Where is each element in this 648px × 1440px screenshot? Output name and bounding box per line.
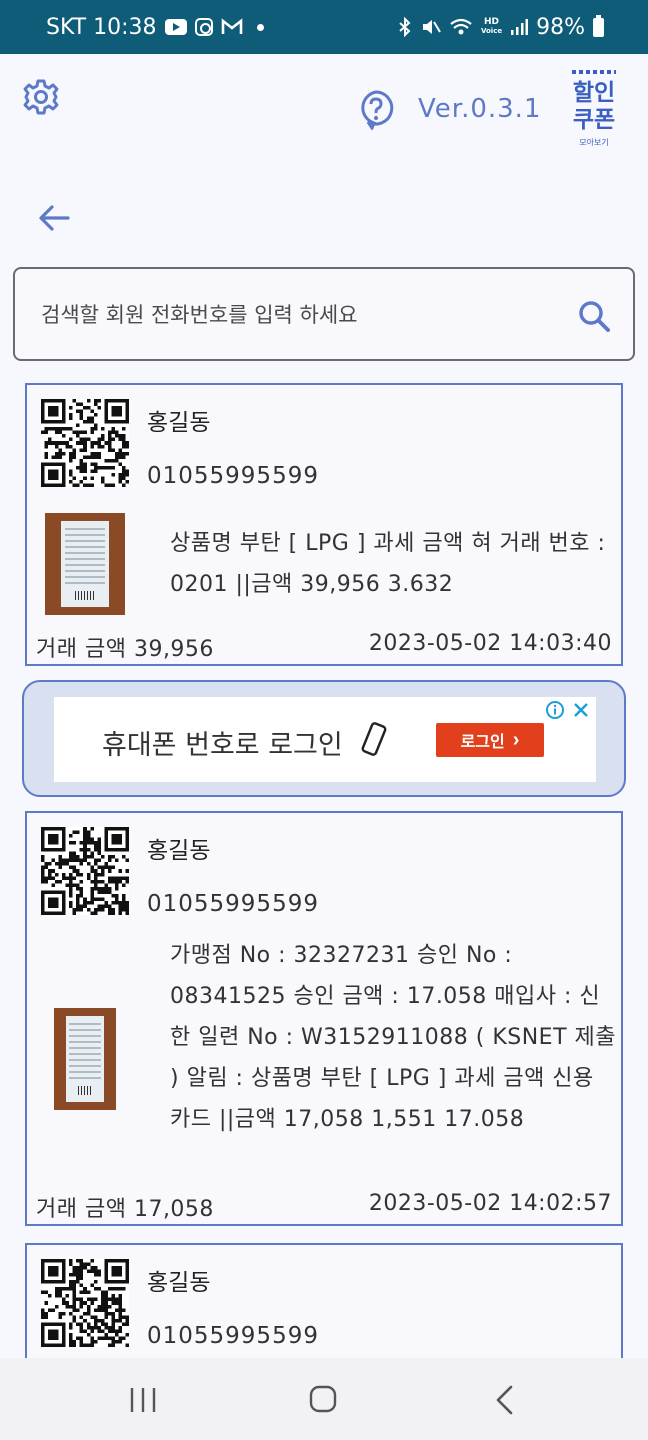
- coupon-card[interactable]: 홍길동 01055995599 가맹점 No : 32327231 승인 No …: [25, 811, 623, 1226]
- receipt-description: 가맹점 No : 32327231 승인 No : 08341525 승인 금액…: [170, 943, 616, 1132]
- recent-apps-icon[interactable]: [128, 1386, 158, 1414]
- receipt-paper: [61, 521, 109, 607]
- logo-subtitle: 모아보기: [579, 138, 609, 147]
- receipt-image[interactable]: [54, 1008, 116, 1110]
- search-input[interactable]: [41, 297, 561, 333]
- nav-back-icon[interactable]: [494, 1384, 514, 1416]
- receipt-paper: [66, 1016, 104, 1102]
- settings-gear-icon[interactable]: [22, 78, 60, 116]
- ad-login-label: 로그인: [460, 734, 505, 751]
- qr-code-icon: [41, 1259, 129, 1347]
- member-phone: 01055995599: [147, 463, 319, 489]
- youtube-icon: [164, 19, 187, 35]
- receipt-description: 상품명 부탄 [ LPG ] 과세 금액 혀 거래 번호 : 0201 ||금액…: [170, 531, 606, 597]
- back-arrow-icon[interactable]: [36, 200, 72, 236]
- ad-banner[interactable]: 휴대폰 번호로 로그인 로그인 ›: [22, 680, 626, 797]
- coupon-card[interactable]: 홍길동 01055995599 상품명 부탄 [ LPG ] 과세 금액 혀 거…: [25, 383, 623, 666]
- status-bar: SKT 10:38 HD Voice 98%: [0, 0, 648, 54]
- status-left: SKT 10:38: [46, 15, 264, 40]
- battery-percent: 98%: [536, 14, 585, 40]
- transaction-amount: 거래 금액 39,956: [36, 637, 214, 662]
- mute-icon: [421, 17, 441, 37]
- logo-line2: 쿠폰: [572, 107, 616, 133]
- member-phone: 01055995599: [147, 891, 319, 917]
- chevron-right-icon: ›: [512, 729, 520, 751]
- app-logo: 할인 쿠폰 모아보기: [566, 70, 622, 150]
- instagram-icon: [194, 18, 213, 36]
- help-icon[interactable]: [358, 90, 394, 132]
- version-label: Ver.0.3.1: [418, 94, 542, 124]
- notification-dot-icon: [256, 23, 264, 31]
- hd-voice-icon: HD Voice: [481, 18, 502, 36]
- member-phone: 01055995599: [147, 1323, 319, 1349]
- search-box[interactable]: [13, 267, 635, 361]
- battery-icon: [593, 14, 604, 37]
- search-icon[interactable]: [577, 299, 611, 333]
- logo-line1: 할인: [572, 80, 616, 106]
- member-name: 홍길동: [147, 1270, 211, 1296]
- system-nav-bar: [0, 1358, 648, 1440]
- logo-bar: [572, 70, 616, 74]
- ad-close-icon[interactable]: [572, 701, 590, 719]
- status-right: HD Voice 98%: [397, 14, 604, 40]
- qr-code-icon: [41, 827, 129, 915]
- hd-label: HD: [484, 17, 500, 27]
- ad-info-icon[interactable]: [546, 701, 564, 719]
- signal-icon: [510, 18, 529, 36]
- receipt-image[interactable]: [45, 513, 125, 615]
- ad-login-button[interactable]: 로그인 ›: [436, 723, 544, 757]
- qr-code-icon: [41, 399, 129, 487]
- transaction-datetime: 2023-05-02 14:03:40: [368, 631, 612, 656]
- voice-label: Voice: [480, 27, 503, 35]
- bluetooth-icon: [397, 17, 413, 37]
- transaction-amount: 거래 금액 17,058: [36, 1197, 214, 1222]
- carrier-time: SKT 10:38: [46, 14, 157, 40]
- ad-content[interactable]: 휴대폰 번호로 로그인 로그인 ›: [54, 697, 596, 782]
- transaction-datetime: 2023-05-02 14:02:57: [368, 1191, 612, 1216]
- member-name: 홍길동: [147, 838, 211, 864]
- member-name: 홍길동: [147, 410, 211, 436]
- wifi-icon: [449, 17, 473, 37]
- ad-text: 휴대폰 번호로 로그인: [102, 730, 343, 761]
- phone-icon: [360, 721, 388, 759]
- gmail-icon: [221, 18, 243, 36]
- home-icon[interactable]: [308, 1384, 338, 1414]
